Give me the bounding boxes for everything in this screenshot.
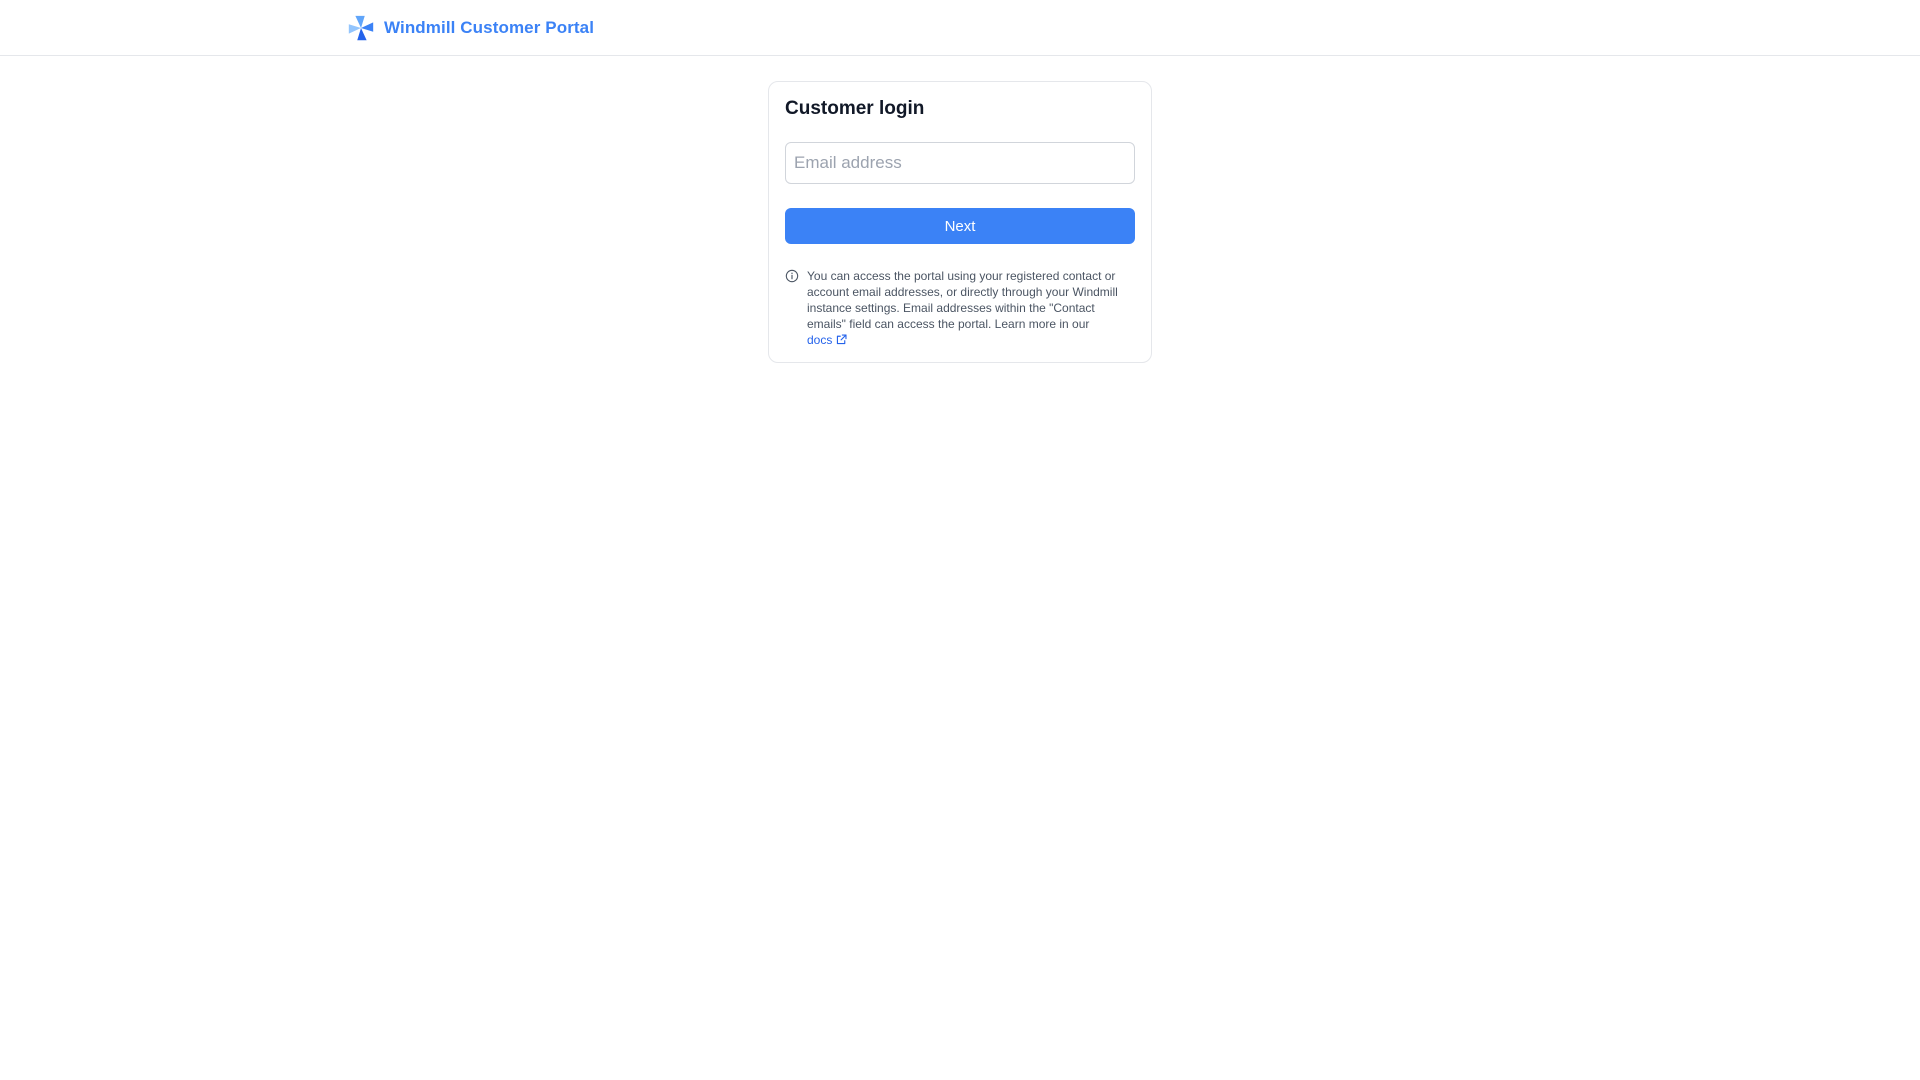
docs-link[interactable]: docs: [807, 333, 848, 347]
docs-link-label: docs: [807, 333, 833, 347]
info-text-body: You can access the portal using your reg…: [807, 269, 1118, 331]
windmill-logo-icon: [348, 15, 374, 40]
info-note: You can access the portal using your reg…: [785, 268, 1135, 348]
email-input[interactable]: [785, 142, 1135, 184]
brand-link[interactable]: Windmill Customer Portal: [346, 13, 594, 43]
login-card: Customer login Next You can access the p…: [768, 81, 1152, 363]
info-text: You can access the portal using your reg…: [807, 268, 1135, 348]
brand-title: Windmill Customer Portal: [384, 17, 595, 37]
external-link-icon: [837, 334, 847, 345]
login-title: Customer login: [785, 98, 925, 119]
top-bar: Windmill Customer Portal: [0, 0, 1920, 56]
next-button[interactable]: Next: [785, 208, 1135, 244]
info-circle-icon: [785, 269, 799, 283]
